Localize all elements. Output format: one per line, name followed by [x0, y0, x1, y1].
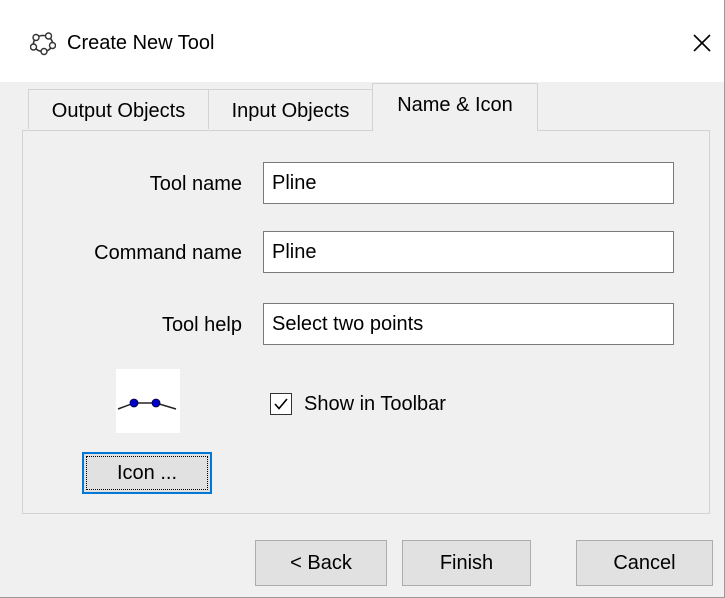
- back-button[interactable]: < Back: [255, 540, 387, 586]
- finish-button-label: Finish: [439, 552, 494, 574]
- cancel-button[interactable]: Cancel: [576, 540, 713, 586]
- title-bar[interactable]: Create New Tool: [0, 0, 724, 82]
- finish-button[interactable]: Finish: [402, 540, 531, 586]
- geogebra-icon: [30, 32, 56, 56]
- tab-input-objects[interactable]: Input Objects: [208, 89, 373, 129]
- back-button-label: < Back: [290, 552, 352, 574]
- command-name-label: Command name: [94, 242, 242, 264]
- tab-output-objects[interactable]: Output Objects: [28, 89, 209, 129]
- focus-ring: [86, 456, 208, 490]
- show-in-toolbar-checkbox[interactable]: [270, 393, 292, 415]
- cancel-button-label: Cancel: [613, 552, 676, 574]
- window-title: Create New Tool: [67, 32, 215, 54]
- command-name-input[interactable]: [263, 231, 674, 273]
- tool-help-input[interactable]: [263, 303, 674, 345]
- show-in-toolbar-label[interactable]: Show in Toolbar: [304, 391, 446, 417]
- checkmark-icon: [274, 398, 288, 410]
- tab-name-and-icon[interactable]: Name & Icon: [372, 83, 538, 131]
- tool-help-label: Tool help: [161, 314, 242, 336]
- create-new-tool-dialog: Create New Tool Output Objects Input Obj…: [0, 0, 725, 598]
- tool-name-input[interactable]: [263, 162, 674, 204]
- tool-name-label: Tool name: [149, 173, 242, 195]
- icon-button[interactable]: Icon ...: [82, 452, 212, 494]
- close-icon[interactable]: [684, 22, 720, 62]
- polyline-icon: [116, 369, 180, 433]
